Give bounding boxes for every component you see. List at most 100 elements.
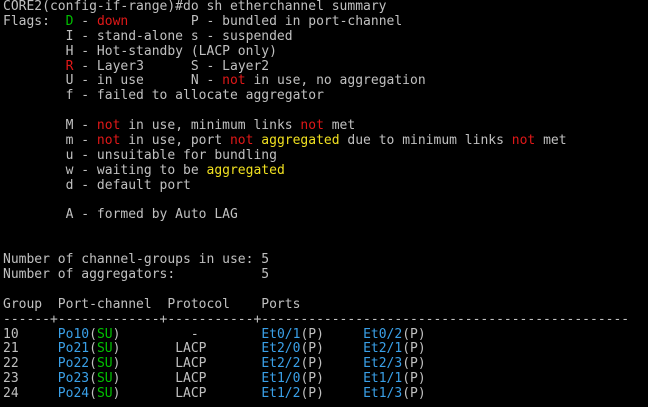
terminal-text: 24: [3, 386, 58, 402]
terminal-text: u - unsuitable for bundling: [3, 147, 277, 163]
terminal-text: met: [535, 133, 567, 149]
terminal-text: in use, minimum links: [120, 118, 301, 134]
flags-line-10: w - waiting to be aggregated: [3, 162, 648, 179]
terminal-text: ------+-------------+-----------+-------…: [3, 311, 630, 327]
terminal-text: CORE2(config-if-range)#do sh etherchanne…: [3, 0, 387, 14]
terminal-text: aggregated: [206, 162, 285, 178]
table-row: 24 Po24(SU) LACP Et1/2(P) Et1/3(P): [3, 386, 648, 402]
flags-line-4: R - Layer3 S - Layer2: [3, 58, 648, 75]
terminal-text: due to minimum links: [339, 133, 512, 149]
terminal-text: Et1/0: [261, 371, 301, 387]
flags-line-1: Flags: D - down P - bundled in port-chan…: [3, 13, 648, 30]
terminal-text: (: [89, 371, 97, 387]
terminal-text: SU: [96, 386, 113, 402]
terminal-text: SU: [96, 356, 113, 372]
terminal-text: Number of aggregators: 5: [3, 267, 270, 283]
terminal-text: ) LACP: [112, 356, 262, 372]
terminal-text: d - default port: [3, 177, 191, 193]
flags-line-9: u - unsuitable for bundling: [3, 147, 648, 164]
flags-line-6: f - failed to allocate aggregator: [3, 88, 648, 104]
table-row: 23 Po23(SU) LACP Et1/0(P) Et1/1(P): [3, 371, 648, 387]
terminal-text: in use, no aggregation: [245, 73, 426, 89]
terminal-text: 10: [3, 326, 58, 342]
terminal-text: Po24: [57, 386, 90, 402]
terminal-text: - Layer3 S - Layer2: [73, 58, 270, 74]
terminal-text: -: [73, 13, 97, 29]
terminal-text: Et1/2: [261, 386, 301, 402]
terminal-text: U - in use N -: [3, 73, 223, 89]
terminal-text: Po10: [57, 326, 90, 342]
terminal-text: Et2/1: [363, 341, 403, 357]
terminal-text: (P): [402, 371, 426, 387]
flags-line-3: H - Hot-standby (LACP only): [3, 43, 648, 60]
flags-line-12: A - formed by Auto LAG: [3, 208, 648, 223]
terminal-text: (P): [300, 341, 364, 357]
terminal-text: (P): [300, 371, 364, 387]
terminal-text: (: [89, 326, 97, 342]
terminal-text: down: [96, 13, 129, 29]
terminal-text: Et2/0: [261, 341, 301, 357]
flags-line-7: M - not in use, minimum links not met: [3, 118, 648, 134]
terminal-text: (: [89, 341, 97, 357]
terminal-text: not: [96, 118, 121, 134]
terminal-window[interactable]: CORE2(config-if-range)#do sh etherchanne…: [0, 0, 648, 407]
terminal-text: (: [89, 386, 97, 402]
terminal-text: (P): [402, 356, 426, 372]
flags-line-2: I - stand-alone s - suspended: [3, 28, 648, 45]
terminal-text: (P): [402, 326, 426, 342]
terminal-text: m -: [3, 133, 97, 149]
flags-line-8: m - not in use, port not aggregated due …: [3, 133, 648, 149]
terminal-text: A - formed by Auto LAG: [3, 207, 238, 223]
flags-line-11: d - default port: [3, 177, 648, 194]
terminal-text: SU: [96, 326, 113, 342]
terminal-text: aggregated: [261, 133, 340, 149]
terminal-text: not: [300, 118, 324, 134]
terminal-text: Et2/2: [261, 356, 301, 372]
terminal-text: H - Hot-standby (LACP only): [3, 43, 277, 59]
terminal-text: SU: [96, 341, 113, 357]
table-row: 22 Po22(SU) LACP Et2/2(P) Et2/3(P): [3, 356, 648, 372]
table-header-line: Group Port-channel Protocol Ports: [3, 297, 648, 313]
terminal-text: Et0/2: [363, 326, 403, 342]
terminal-text: Po22: [57, 356, 90, 372]
terminal-text: f - failed to allocate aggregator: [3, 88, 324, 104]
terminal-text: Po23: [57, 371, 90, 387]
terminal-text: not: [222, 73, 246, 89]
prompt-line: CORE2(config-if-range)#do sh etherchanne…: [3, 0, 648, 15]
terminal-text: Number of channel-groups in use: 5: [3, 252, 270, 268]
terminal-text: (: [89, 356, 97, 372]
aggregators-count-line: Number of aggregators: 5: [3, 267, 648, 283]
terminal-text: Po21: [57, 341, 90, 357]
terminal-text: ) LACP: [112, 386, 262, 402]
terminal-text: SU: [96, 371, 113, 387]
flags-line-5: U - in use N - not in use, no aggregatio…: [3, 74, 648, 89]
terminal-text: not: [511, 133, 536, 149]
terminal-text: Et1/3: [363, 386, 403, 402]
table-separator-line: ------+-------------+-----------+-------…: [3, 311, 648, 328]
terminal-text: ) LACP: [112, 371, 262, 387]
terminal-text: not: [96, 133, 121, 149]
terminal-text: 23: [3, 371, 58, 387]
terminal-text: 21: [3, 341, 58, 357]
terminal-text: ) LACP: [112, 341, 262, 357]
terminal-text: (P): [300, 386, 364, 402]
terminal-text: ) -: [112, 326, 262, 342]
terminal-text: I - stand-alone s - suspended: [3, 28, 293, 44]
terminal-text: (P): [402, 341, 426, 357]
terminal-text: met: [323, 118, 356, 134]
terminal-text: 22: [3, 356, 58, 372]
table-row: 21 Po21(SU) LACP Et2/0(P) Et2/1(P): [3, 342, 648, 357]
terminal-text: (P): [402, 386, 426, 402]
terminal-text: Flags:: [3, 13, 66, 29]
terminal-text: w - waiting to be: [3, 162, 207, 178]
terminal-text: not: [229, 133, 254, 149]
terminal-text: Et1/1: [363, 371, 403, 387]
terminal-text: Et0/1: [261, 326, 301, 342]
terminal-text: (P): [300, 326, 364, 342]
